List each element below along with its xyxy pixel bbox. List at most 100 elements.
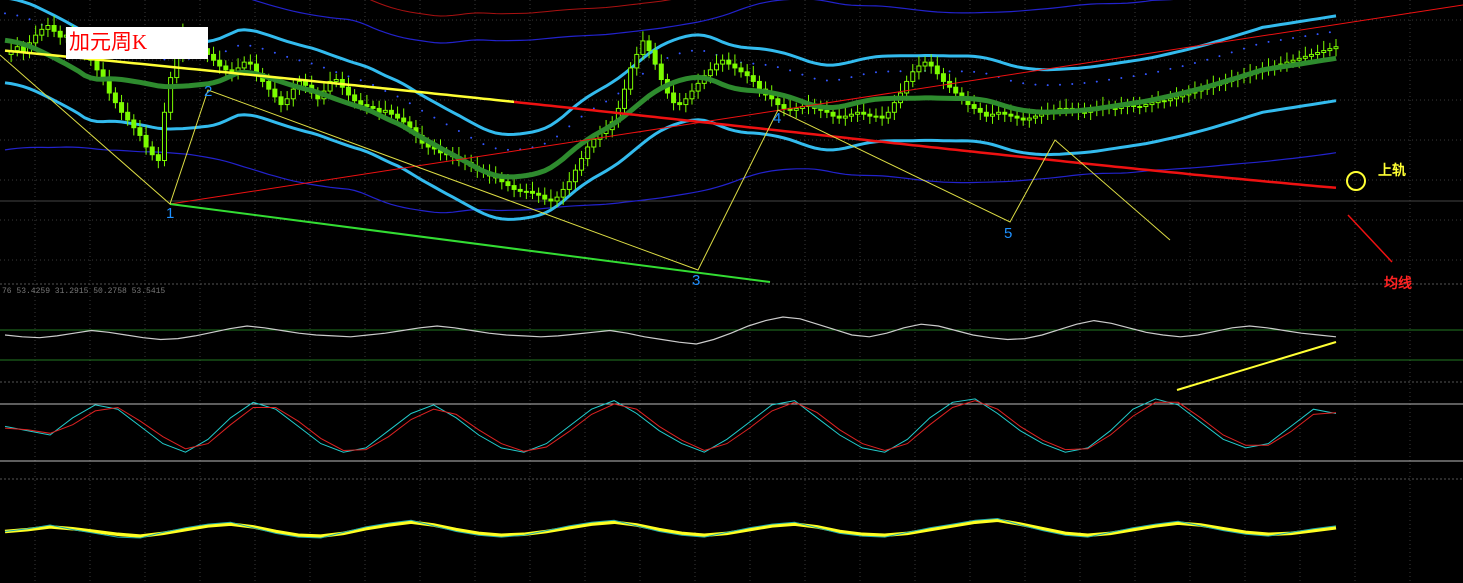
candle-body bbox=[137, 127, 143, 136]
candle-body bbox=[401, 117, 407, 123]
indicator-dot bbox=[678, 52, 681, 55]
candle-body bbox=[1143, 104, 1149, 107]
candle-body bbox=[714, 63, 720, 71]
candle-body bbox=[640, 40, 646, 55]
candle-body bbox=[395, 113, 401, 119]
indicator-dot bbox=[1169, 67, 1172, 70]
candle-body bbox=[885, 111, 891, 119]
indicator-dot bbox=[421, 109, 424, 112]
indicator-dot bbox=[568, 125, 571, 128]
candle-body bbox=[683, 98, 689, 106]
candle-body bbox=[726, 59, 732, 65]
candle-body bbox=[572, 169, 578, 183]
green-trendline bbox=[169, 203, 771, 283]
indicator-readout: 76 53.4259 31.2915 50.2758 53.5415 bbox=[2, 287, 166, 296]
candle-body bbox=[223, 65, 229, 71]
candle-body bbox=[591, 138, 597, 148]
candle-body bbox=[566, 181, 572, 190]
candle-body bbox=[517, 188, 523, 192]
divergence-line bbox=[1176, 341, 1337, 391]
candle-body bbox=[1032, 115, 1038, 119]
candle-body bbox=[928, 61, 934, 67]
indicator-dot bbox=[1022, 82, 1025, 85]
candle-body bbox=[750, 75, 756, 82]
indicator-dot bbox=[899, 70, 902, 73]
indicator-dot bbox=[372, 83, 375, 86]
candle-body bbox=[1315, 52, 1321, 55]
candle-body bbox=[247, 61, 253, 65]
indicator-dot bbox=[384, 89, 387, 92]
candle-body bbox=[149, 146, 155, 156]
indicator-dot bbox=[690, 49, 693, 52]
indicator-dot bbox=[1218, 55, 1221, 58]
candle-body bbox=[983, 111, 989, 117]
candle-body bbox=[861, 111, 867, 115]
indicator-dot bbox=[1316, 33, 1319, 36]
indicator-dot bbox=[862, 73, 865, 76]
indicator-dot bbox=[310, 62, 313, 65]
candle-body bbox=[720, 59, 726, 65]
indicator-dot bbox=[838, 78, 841, 81]
candle-body bbox=[1137, 106, 1143, 108]
indicator-dot bbox=[4, 12, 6, 15]
candle-body bbox=[873, 115, 879, 118]
indicator-dot bbox=[224, 50, 227, 53]
candle-body bbox=[523, 190, 529, 193]
candle-body bbox=[744, 71, 750, 77]
candle-body bbox=[940, 73, 946, 82]
indicator-dot bbox=[286, 55, 289, 58]
candle-body bbox=[290, 88, 296, 100]
indicator-dot bbox=[776, 66, 779, 69]
indicator-dot bbox=[985, 72, 988, 75]
indicator-dot bbox=[1144, 73, 1147, 76]
candle-body bbox=[738, 67, 744, 73]
candle-body bbox=[106, 79, 112, 94]
candle-body bbox=[621, 88, 627, 109]
candle-body bbox=[1008, 113, 1014, 117]
candle-body bbox=[652, 50, 658, 65]
candle-body bbox=[39, 28, 45, 36]
candle-body bbox=[934, 65, 940, 75]
indicator-dot bbox=[703, 49, 706, 52]
indicator-dot bbox=[237, 44, 240, 47]
candle-body bbox=[922, 61, 928, 67]
indicator-dot bbox=[1058, 83, 1061, 86]
indicator-dot bbox=[580, 115, 583, 118]
indicator-dot bbox=[261, 47, 264, 50]
candle-body bbox=[977, 107, 983, 113]
indicator-dot bbox=[298, 59, 301, 62]
indicator-dot bbox=[1328, 31, 1331, 34]
indicator-dot bbox=[494, 147, 497, 150]
red-trendline bbox=[169, 4, 1463, 205]
candle-body bbox=[364, 104, 370, 107]
indicator-dot bbox=[335, 71, 338, 74]
candle-body bbox=[560, 188, 566, 198]
candle-body bbox=[830, 111, 836, 117]
wave-label-4: 4 bbox=[773, 110, 782, 127]
momentum-panel bbox=[4, 517, 1337, 539]
indicator-dot bbox=[1230, 51, 1233, 54]
indicator-dot bbox=[273, 51, 276, 54]
candle-body bbox=[953, 86, 959, 94]
indicator-dot bbox=[850, 76, 853, 79]
upper-rail-circle bbox=[1346, 171, 1366, 191]
candle-body bbox=[677, 102, 683, 106]
indicator-dot bbox=[556, 135, 559, 138]
indicator-dot bbox=[1132, 75, 1135, 78]
indicator-dot bbox=[874, 71, 877, 74]
candle-body bbox=[284, 98, 290, 106]
candle-body bbox=[628, 67, 634, 90]
indicator-dot bbox=[433, 116, 436, 119]
candle-body bbox=[1149, 102, 1155, 106]
candle-body bbox=[14, 46, 20, 52]
indicator-dot bbox=[1108, 78, 1111, 81]
candle-body bbox=[529, 190, 535, 194]
indicator-dot bbox=[506, 148, 509, 151]
candle-body bbox=[824, 109, 830, 113]
candle-body bbox=[689, 90, 695, 100]
candle-body bbox=[836, 115, 842, 119]
indicator-dot bbox=[1095, 80, 1098, 83]
candle-body bbox=[388, 109, 394, 115]
ma-pointer-arrow bbox=[1347, 214, 1393, 263]
indicator-dot bbox=[482, 143, 485, 146]
